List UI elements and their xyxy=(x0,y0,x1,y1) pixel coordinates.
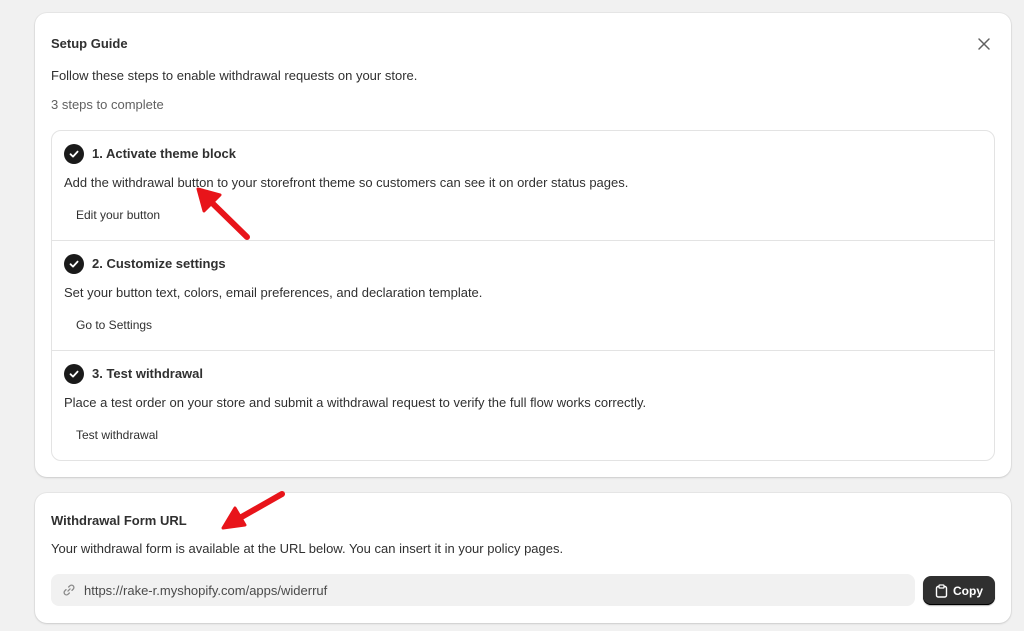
check-circle-icon xyxy=(64,254,84,274)
check-circle-icon xyxy=(64,364,84,384)
step-title: 2. Customize settings xyxy=(92,256,226,271)
setup-guide-title: Setup Guide xyxy=(51,36,128,51)
step-item: 3. Test withdrawal Place a test order on… xyxy=(52,351,994,460)
setup-guide-progress: 3 steps to complete xyxy=(51,97,164,112)
edit-your-button-button[interactable]: Edit your button xyxy=(66,202,170,228)
setup-guide-description: Follow these steps to enable withdrawal … xyxy=(51,68,418,83)
url-field[interactable]: https://rake-r.myshopify.com/apps/widerr… xyxy=(51,574,915,606)
step-description: Add the withdrawal button to your storef… xyxy=(64,175,629,190)
url-value: https://rake-r.myshopify.com/apps/widerr… xyxy=(84,582,328,598)
link-icon xyxy=(61,582,77,598)
withdrawal-form-card: Withdrawal Form URL Your withdrawal form… xyxy=(35,493,1011,623)
step-title: 3. Test withdrawal xyxy=(92,366,204,381)
withdrawal-form-description: Your withdrawal form is available at the… xyxy=(51,541,564,556)
step-description: Set your button text, colors, email pref… xyxy=(64,285,483,300)
setup-guide-card: Setup Guide Follow these steps to enable… xyxy=(35,13,1011,477)
step-title: 1. Activate theme block xyxy=(92,146,237,161)
withdrawal-form-title: Withdrawal Form URL xyxy=(51,513,187,528)
step-description: Place a test order on your store and sub… xyxy=(64,395,647,410)
clipboard-icon xyxy=(935,583,948,598)
step-item: 1. Activate theme block Add the withdraw… xyxy=(52,131,994,241)
test-withdrawal-button[interactable]: Test withdrawal xyxy=(66,422,168,448)
copy-label: Copy xyxy=(953,583,983,598)
step-item: 2. Customize settings Set your button te… xyxy=(52,241,994,351)
close-icon[interactable] xyxy=(977,37,991,51)
copy-button[interactable]: Copy xyxy=(923,576,995,605)
steps-list: 1. Activate theme block Add the withdraw… xyxy=(51,130,995,461)
go-to-settings-button[interactable]: Go to Settings xyxy=(66,312,162,338)
check-circle-icon xyxy=(64,144,84,164)
close-button[interactable] xyxy=(975,35,993,53)
